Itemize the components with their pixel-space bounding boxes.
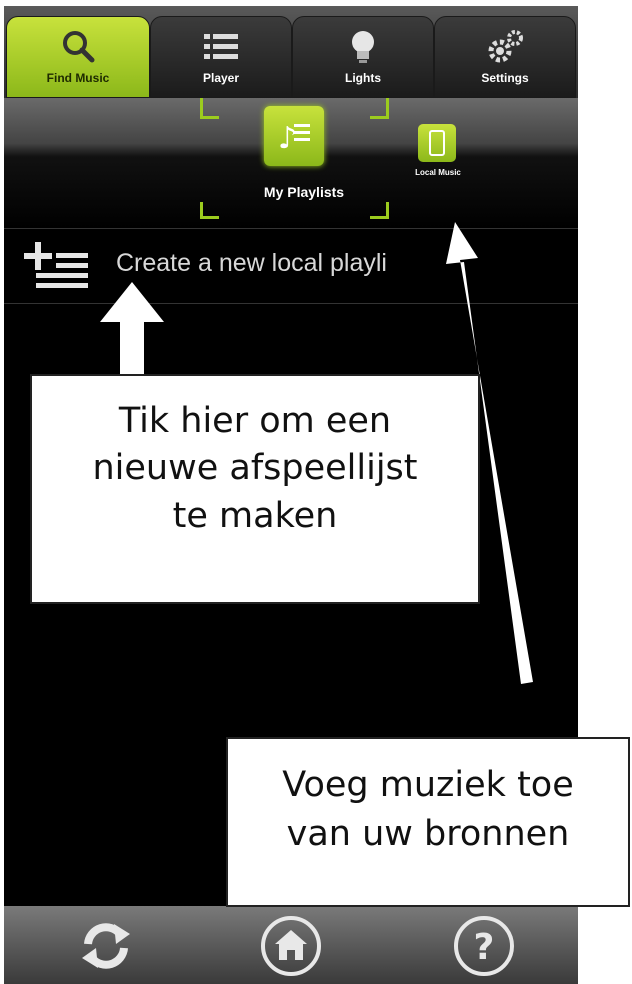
gear-icon [488,30,523,63]
callout-line: nieuwe afspeellijst [92,448,418,489]
callout-local-music: Voeg muziek toe van uw bronnen [226,737,630,907]
my-playlists-button[interactable]: ♪ My Playlists [234,106,374,214]
lightbulb-icon [352,31,374,63]
tab-label: Find Music [46,71,110,85]
phone-icon [418,124,456,162]
selection-bracket [200,98,219,119]
bottom-bar: ? [4,906,578,984]
my-playlists-label: My Playlists [263,184,345,200]
playlist-icon: ♪ [264,106,324,166]
create-playlist-label: Create a new local playli [116,249,387,277]
callout-line: Voeg muziek toe [282,765,574,805]
tab-player[interactable]: Player [150,16,292,98]
source-selector: ♪ My Playlists Local Music [4,98,578,228]
tab-settings[interactable]: Settings [434,16,576,98]
top-tab-bar: Find Music Player Lights Settings [4,6,578,98]
create-playlist-row[interactable]: Create a new local playli [4,228,578,304]
callout-create-playlist: Tik hier om een nieuwe afspeellijst te m… [30,374,480,604]
selection-bracket [200,202,219,219]
refresh-button[interactable] [74,914,138,978]
home-button[interactable] [259,914,323,978]
help-button[interactable]: ? [452,914,516,978]
home-icon [261,916,321,976]
tab-lights[interactable]: Lights [292,16,434,98]
search-icon [63,31,95,63]
list-icon [204,34,238,59]
tab-label: Player [202,71,240,85]
callout-line: van uw bronnen [286,814,570,854]
svg-text:?: ? [474,927,495,968]
add-list-icon [24,242,88,288]
help-icon: ? [454,916,514,976]
local-music-label: Local Music [415,168,461,177]
callout-line: te maken [172,495,338,536]
callout-line: Tik hier om een [118,401,392,441]
tab-find-music[interactable]: Find Music [6,16,150,98]
tab-label: Lights [345,71,381,85]
refresh-icon [82,923,130,969]
tab-label: Settings [481,71,529,85]
